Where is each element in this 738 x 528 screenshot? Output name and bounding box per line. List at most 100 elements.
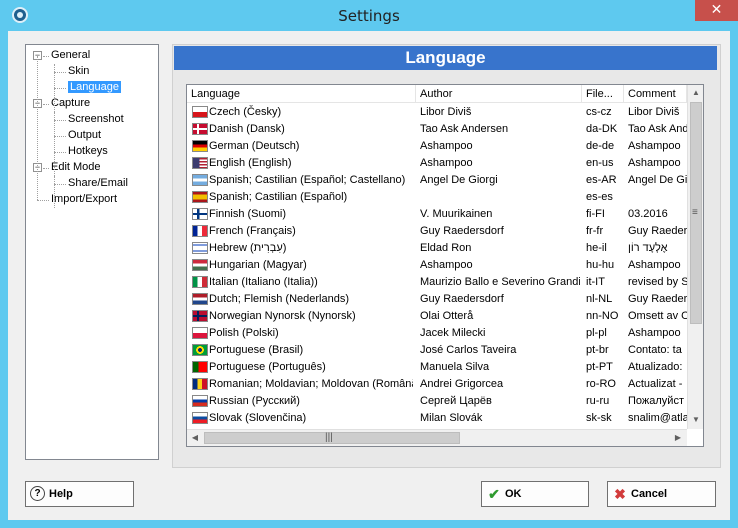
tree-item-label: Skin — [68, 65, 90, 77]
cell-language: Spanish; Castilian (Español; Castellano) — [209, 174, 406, 186]
scroll-down-icon[interactable]: ▼ — [688, 412, 703, 428]
language-panel: Language Language Author File... Comment… — [172, 44, 721, 468]
tree-connector — [43, 104, 49, 105]
tree-item-skin[interactable]: Skin — [68, 64, 89, 79]
cell-comment: Angel De Giorgi — [628, 174, 687, 186]
column-header-author[interactable]: Author — [416, 85, 582, 103]
flag-it-icon — [192, 276, 208, 288]
tree-connector — [54, 112, 55, 176]
cell-file: pt-br — [586, 344, 609, 356]
flag-il-icon — [192, 242, 208, 254]
cell-comment: snalim@atla — [628, 412, 687, 424]
table-row[interactable]: Norwegian Nynorsk (Nynorsk) Olai Otterå nn… — [187, 308, 699, 325]
table-row[interactable]: Romanian; Moldavian; Moldovan (Română) An… — [187, 376, 699, 393]
table-row[interactable]: Italian (Italiano (Italia)) Maurizio Ball… — [187, 274, 699, 291]
horizontal-scrollbar[interactable]: ◀ ||| ▶ — [187, 429, 687, 446]
cell-language: Polish (Polski) — [209, 327, 279, 339]
cell-language: Romanian; Moldavian; Moldovan (Română) — [209, 378, 413, 390]
vertical-scrollbar[interactable]: ▲ ≡ ▼ — [687, 85, 703, 429]
table-row[interactable]: Portuguese (Brasil) José Carlos Taveira pt… — [187, 342, 699, 359]
tree-item-label: General — [51, 49, 91, 61]
flag-nl-icon — [192, 293, 208, 305]
cell-author: José Carlos Taveira — [420, 344, 517, 356]
column-header-comment[interactable]: Comment — [624, 85, 687, 103]
close-button[interactable]: ✕ — [695, 0, 738, 21]
table-row[interactable]: Finnish (Suomi) V. Muurikainen fi-FI 03.201… — [187, 206, 699, 223]
table-row[interactable]: Spanish; Castilian (Español) es-es — [187, 189, 699, 206]
table-row[interactable]: Polish (Polski) Jacek Milecki pl-pl Ashampo… — [187, 325, 699, 342]
table-row[interactable]: Czech (Česky) Libor Diviš cs-cz Libor Diviš — [187, 104, 699, 121]
settings-tree[interactable]: − General Skin Language − Capture Screenshot Ou… — [25, 44, 159, 460]
table-row[interactable]: English (English) Ashampoo en-us Ashampoo — [187, 155, 699, 172]
flag-dk-icon — [192, 123, 208, 135]
table-row[interactable]: French (Français) Guy Raedersdorf fr-fr Guy… — [187, 223, 699, 240]
list-body: Czech (Česky) Libor Diviš cs-cz Libor Diviš… — [187, 104, 699, 426]
cell-author: Olai Otterå — [420, 310, 474, 322]
ok-button[interactable]: ✔ OK — [481, 481, 589, 507]
flag-br-icon — [192, 344, 208, 356]
table-row[interactable]: Dutch; Flemish (Nederlands) Guy Raedersdo… — [187, 291, 699, 308]
tree-item-edit-mode[interactable]: Edit Mode — [51, 160, 101, 175]
cell-author: Ashampoo — [420, 157, 473, 169]
help-icon: ? — [30, 486, 45, 501]
cell-file: en-us — [586, 157, 614, 169]
flag-fi-icon — [192, 208, 208, 220]
cell-file: es-es — [586, 191, 613, 203]
grip-icon: ||| — [325, 432, 333, 443]
cell-comment: Ashampoo — [628, 140, 681, 152]
tree-connector — [54, 152, 66, 153]
tree-item-output[interactable]: Output — [68, 128, 101, 143]
cell-comment: Пожалуйст — [628, 395, 684, 407]
table-row[interactable]: Portuguese (Português) Manuela Silva pt-PT… — [187, 359, 699, 376]
tree-item-screenshot[interactable]: Screenshot — [68, 112, 124, 127]
tree-item-label: Import/Export — [51, 193, 118, 205]
tree-item-hotkeys[interactable]: Hotkeys — [68, 144, 108, 159]
tree-item-label: Output — [68, 129, 102, 141]
cell-file: ru-ru — [586, 395, 610, 407]
flag-ar-icon — [192, 174, 208, 186]
table-row[interactable]: Hungarian (Magyar) Ashampoo hu-hu Ashampoo — [187, 257, 699, 274]
table-row[interactable]: Russian (Русский) Сергей Царёв ru-ru Пожалу… — [187, 393, 699, 410]
cell-author: Manuela Silva — [420, 361, 490, 373]
title-bar[interactable]: Settings ✕ — [0, 0, 738, 31]
tree-connector — [54, 120, 66, 121]
tree-item-general[interactable]: General — [51, 48, 90, 63]
cell-language: Dutch; Flemish (Nederlands) — [209, 293, 349, 305]
cell-language: Hungarian (Magyar) — [209, 259, 307, 271]
cancel-button[interactable]: ✖ Cancel — [607, 481, 716, 507]
tree-item-label: Screenshot — [68, 113, 124, 125]
language-list[interactable]: Language Author File... Comment Czech (Č… — [186, 84, 704, 447]
cell-author: Milan Slovák — [420, 412, 483, 424]
table-row[interactable]: Danish (Dansk) Tao Ask Andersen da-DK Tao A… — [187, 121, 699, 138]
tree-item-import-export[interactable]: Import/Export — [51, 192, 117, 207]
tree-connector — [37, 200, 49, 201]
tree-connector — [54, 176, 55, 208]
tree-item-label: Hotkeys — [68, 145, 108, 157]
tree-item-language[interactable]: Language — [68, 80, 121, 95]
scroll-right-icon[interactable]: ▶ — [670, 430, 686, 446]
flag-pl-icon — [192, 327, 208, 339]
help-button[interactable]: ? Help — [25, 481, 134, 507]
table-row[interactable]: German (Deutsch) Ashampoo de-de Ashampoo — [187, 138, 699, 155]
cell-comment: Actualizat - — [628, 378, 683, 390]
cancel-x-icon: ✖ — [614, 486, 626, 502]
flag-hu-icon — [192, 259, 208, 271]
tree-item-capture[interactable]: Capture — [51, 96, 90, 111]
cell-comment: Guy Raedersdorf — [628, 293, 687, 305]
cell-comment: אֶלְעָד רוֹן — [628, 242, 668, 254]
dialog-body: − General Skin Language − Capture Screenshot Ou… — [8, 31, 730, 520]
table-row[interactable]: Slovak (Slovenčina) Milan Slovák sk-sk snal… — [187, 410, 699, 426]
cell-comment: Ashampoo — [628, 157, 681, 169]
scroll-left-icon[interactable]: ◀ — [187, 430, 203, 446]
cell-author: Ashampoo — [420, 140, 473, 152]
column-header-file[interactable]: File... — [582, 85, 624, 103]
table-row[interactable]: Spanish; Castilian (Español; Castellano)… — [187, 172, 699, 189]
scroll-up-icon[interactable]: ▲ — [688, 85, 703, 101]
cell-comment: Guy Raedersdorf — [628, 225, 687, 237]
table-row[interactable]: Hebrew (עִבְרִית) Eldad Ron he-il אֶלְעָד ר… — [187, 240, 699, 257]
cell-language: English (English) — [209, 157, 292, 169]
cell-comment: revised by S — [628, 276, 687, 288]
tree-item-share-email[interactable]: Share/Email — [68, 176, 128, 191]
column-header-language[interactable]: Language — [187, 85, 416, 103]
cell-file: es-AR — [586, 174, 617, 186]
